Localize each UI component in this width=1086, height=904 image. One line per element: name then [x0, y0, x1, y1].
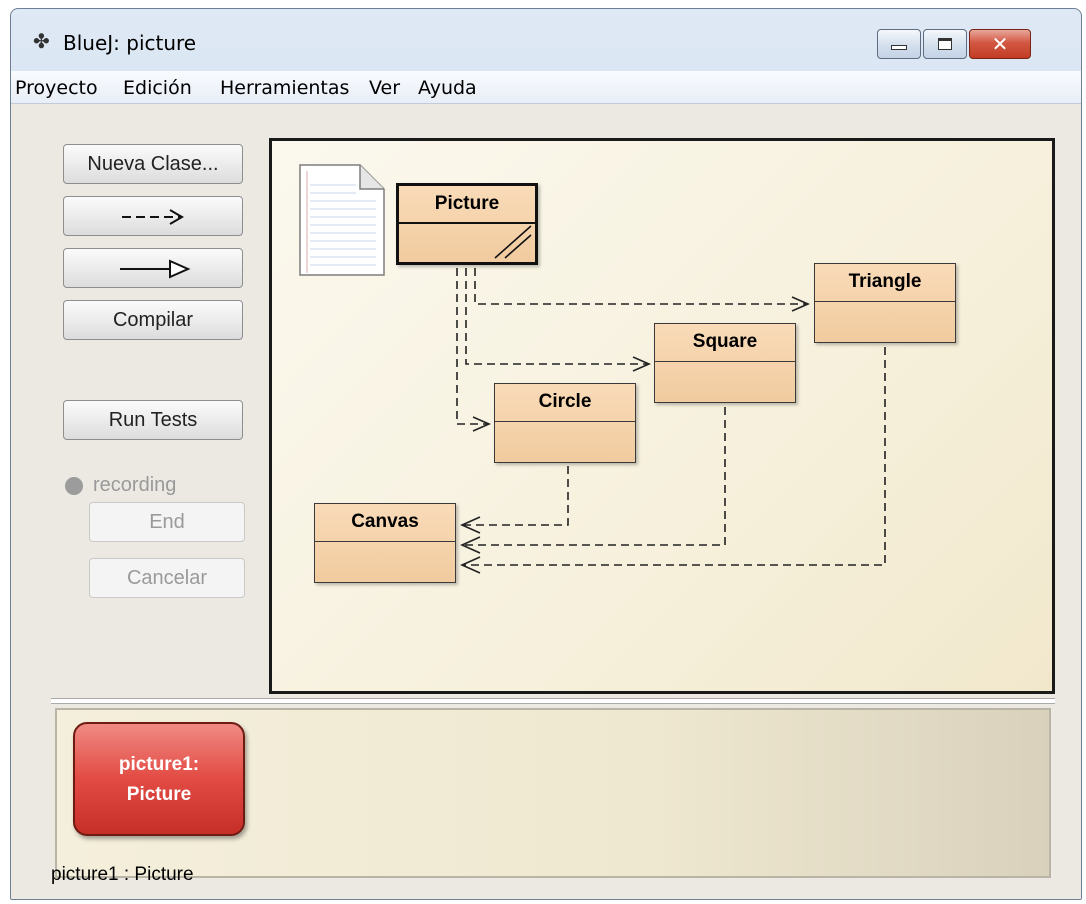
object-bench[interactable]: picture1: Picture [55, 708, 1051, 878]
dependency-arrows [456, 268, 886, 574]
recording-label: recording [93, 474, 177, 496]
minimize-icon [891, 45, 907, 50]
end-button[interactable]: End [89, 502, 245, 542]
status-bar: picture1 : Picture [51, 864, 194, 885]
close-icon: ✕ [991, 32, 1009, 56]
close-button[interactable]: ✕ [969, 29, 1031, 59]
menu-ver[interactable]: Ver [369, 77, 400, 99]
recording-indicator-icon [65, 477, 83, 495]
class-canvas[interactable]: Canvas [314, 503, 456, 583]
title-bar[interactable]: ✤ BlueJ: picture ✕ [11, 9, 1081, 71]
class-circle[interactable]: Circle [494, 383, 636, 463]
class-square[interactable]: Square [654, 323, 796, 403]
class-name: Square [655, 324, 795, 362]
new-uses-arrow-button[interactable] [63, 196, 243, 236]
arrow-picture-square [465, 268, 647, 365]
object-type: Picture [126, 784, 192, 805]
menu-bar: Proyecto Edición Herramientas Ver Ayuda [11, 71, 1081, 104]
menu-proyecto[interactable]: Proyecto [15, 77, 98, 99]
new-inherits-arrow-button[interactable] [63, 248, 243, 288]
class-name: Canvas [315, 504, 455, 542]
minimize-button[interactable] [877, 29, 921, 59]
bluej-window: ✤ BlueJ: picture ✕ Proyecto Edición Herr… [10, 8, 1082, 900]
maximize-icon [938, 38, 952, 50]
class-name: Circle [495, 384, 635, 422]
bluej-bird-icon: ✤ [33, 31, 50, 53]
class-picture[interactable]: Picture [396, 183, 538, 265]
run-tests-button[interactable]: Run Tests [63, 400, 243, 440]
readme-document-icon[interactable] [298, 163, 386, 277]
object-name: picture1: [118, 754, 200, 775]
menu-ayuda[interactable]: Ayuda [418, 77, 477, 99]
uses-arrow-icon [122, 209, 184, 225]
compile-button[interactable]: Compilar [63, 300, 243, 340]
uncompiled-hatch-icon [494, 225, 532, 259]
menu-edicion[interactable]: Edición [123, 77, 192, 99]
class-diagram-canvas[interactable]: Picture Triangle Square Circle Canvas [269, 138, 1055, 694]
arrow-picture-circle [456, 268, 487, 425]
menu-herramientas[interactable]: Herramientas [220, 77, 349, 99]
inherits-arrow-icon [120, 259, 191, 279]
cancel-button[interactable]: Cancelar [89, 558, 245, 598]
class-triangle[interactable]: Triangle [814, 263, 956, 343]
arrow-circle-canvas [462, 466, 569, 526]
maximize-button[interactable] [923, 29, 967, 59]
object-picture1[interactable]: picture1: Picture [73, 722, 245, 836]
new-class-button[interactable]: Nueva Clase... [63, 144, 243, 184]
class-name: Triangle [815, 264, 955, 302]
main-content: Nueva Clase... Compilar Run Tests record… [11, 104, 1081, 899]
window-title: BlueJ: picture [63, 31, 197, 55]
class-name: Picture [399, 186, 535, 224]
arrow-picture-triangle [474, 268, 807, 305]
splitter[interactable] [51, 698, 1055, 704]
